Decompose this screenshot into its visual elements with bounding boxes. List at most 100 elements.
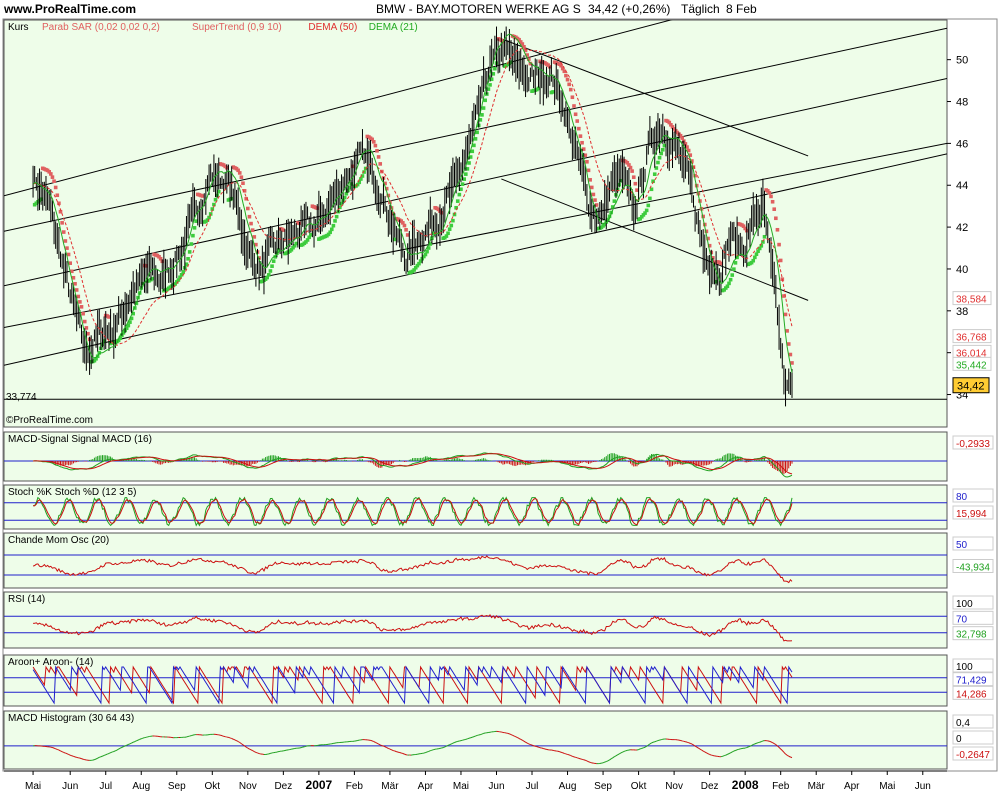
histogram-line-segment [754, 742, 757, 745]
last-price-badge-label: 34,42 [957, 381, 985, 393]
histogram-line-segment [481, 732, 484, 735]
sar-dot [778, 258, 783, 263]
histogram-line-segment [71, 755, 74, 757]
histogram-line-segment [129, 742, 132, 745]
sar-dot [570, 95, 575, 100]
histogram-line-segment [100, 755, 103, 758]
histogram-line-segment [638, 748, 641, 751]
indicator-value-label: 70 [956, 614, 968, 625]
histogram-line-segment [234, 739, 237, 742]
supertrend-dot [751, 258, 756, 263]
histogram-line-segment [443, 746, 446, 749]
histogram-line-segment [401, 752, 403, 754]
histogram-line-segment [568, 754, 571, 757]
histogram-line-segment [446, 744, 449, 747]
x-tick-label: Jul [99, 781, 112, 792]
last-price-header: 34,42 (+0,26%) [588, 2, 670, 16]
histogram-line-segment [562, 752, 565, 754]
histogram-line-segment [451, 742, 454, 745]
x-tick-label: Jul [526, 781, 539, 792]
supertrend-dot [480, 113, 484, 117]
histogram-line-segment [139, 738, 142, 740]
x-tick-label: Apr [418, 781, 434, 792]
supertrend-dot [481, 106, 486, 110]
histogram-line-segment [656, 740, 659, 742]
histogram-line-segment [770, 741, 773, 744]
supertrend-dot [329, 227, 334, 232]
histogram-line-segment [790, 756, 793, 759]
histogram-line-segment [68, 754, 71, 756]
site-label[interactable]: www.ProRealTime.com [3, 2, 136, 16]
supertrend-dot [271, 259, 276, 263]
x-tick-label: Mai [879, 781, 895, 792]
histogram-line-segment [402, 753, 405, 755]
histogram-line-segment [585, 759, 588, 762]
histogram-line-segment [94, 758, 97, 761]
supertrend-dot [457, 192, 462, 197]
legend-item: Parab SAR (0,02 0,02 0,2) [42, 22, 160, 33]
indicator-value-label: 15,994 [956, 509, 987, 520]
histogram-line-segment [507, 732, 510, 735]
y-tick-label: 48 [956, 97, 968, 109]
supertrend-dot [656, 160, 660, 165]
histogram-line-segment [371, 740, 374, 743]
indicator-value-label: 50 [956, 540, 968, 551]
histogram-line-segment [221, 735, 224, 737]
histogram-line-segment [725, 753, 728, 756]
histogram-line-segment [756, 742, 759, 744]
legend-item: DEMA (50) [308, 22, 357, 33]
histogram-line-segment [709, 754, 712, 756]
histogram-line-segment [126, 744, 129, 746]
histogram-line-segment [110, 751, 113, 754]
histogram-line-segment [748, 745, 751, 748]
sar-dot [375, 148, 379, 153]
histogram-line-segment [449, 743, 452, 746]
x-tick-label: Jun [62, 781, 78, 792]
histogram-line-segment [394, 750, 397, 753]
x-tick-label: Jun [915, 781, 931, 792]
histogram-line-segment [391, 749, 394, 752]
histogram-line-segment [228, 736, 231, 739]
price-panel [3, 19, 948, 428]
sar-dot [633, 181, 638, 186]
indicator-panel [3, 484, 948, 530]
histogram-line-segment [250, 749, 253, 752]
supertrend-dot [644, 208, 649, 213]
histogram-line-segment [722, 755, 725, 757]
sar-dot [589, 185, 594, 190]
indicator-value-label: 0 [956, 734, 962, 745]
histogram-line-segment [686, 741, 689, 744]
histogram-line-segment [428, 750, 431, 752]
supertrend-dot [657, 155, 662, 160]
sar-dot [767, 191, 772, 195]
x-tick-label: Dez [274, 781, 292, 792]
histogram-line-segment [735, 749, 738, 751]
sar-dot [246, 206, 250, 211]
histogram-line-segment [370, 739, 373, 742]
sar-dot [52, 179, 56, 183]
histogram-line-segment [753, 743, 756, 746]
supertrend-dot [270, 264, 274, 268]
histogram-line-segment [467, 737, 470, 740]
supertrend-dot [334, 214, 339, 219]
sar-dot [50, 175, 55, 179]
indicator-value-label: -0,2933 [956, 439, 990, 450]
date-label: 8 Feb [726, 2, 757, 16]
histogram-line-segment [745, 747, 747, 749]
x-tick-label: Jun [488, 781, 504, 792]
sar-dot [586, 168, 591, 173]
histogram-line-segment [727, 753, 730, 755]
supertrend-dot [652, 172, 657, 177]
histogram-line-segment [512, 734, 515, 737]
value-label: 38,584 [956, 295, 987, 306]
histogram-line-segment [654, 740, 657, 743]
sar-dot [786, 342, 791, 346]
histogram-line-segment [79, 757, 82, 760]
sar-dot [404, 228, 408, 232]
sar-dot [53, 185, 58, 190]
indicator-title: Stoch %K Stoch %D (12 3 5) [8, 487, 136, 498]
x-tick-label: Mai [25, 781, 41, 792]
x-tick-label: Nov [665, 781, 683, 792]
supertrend-dot [449, 223, 454, 228]
sar-dot [572, 104, 576, 108]
